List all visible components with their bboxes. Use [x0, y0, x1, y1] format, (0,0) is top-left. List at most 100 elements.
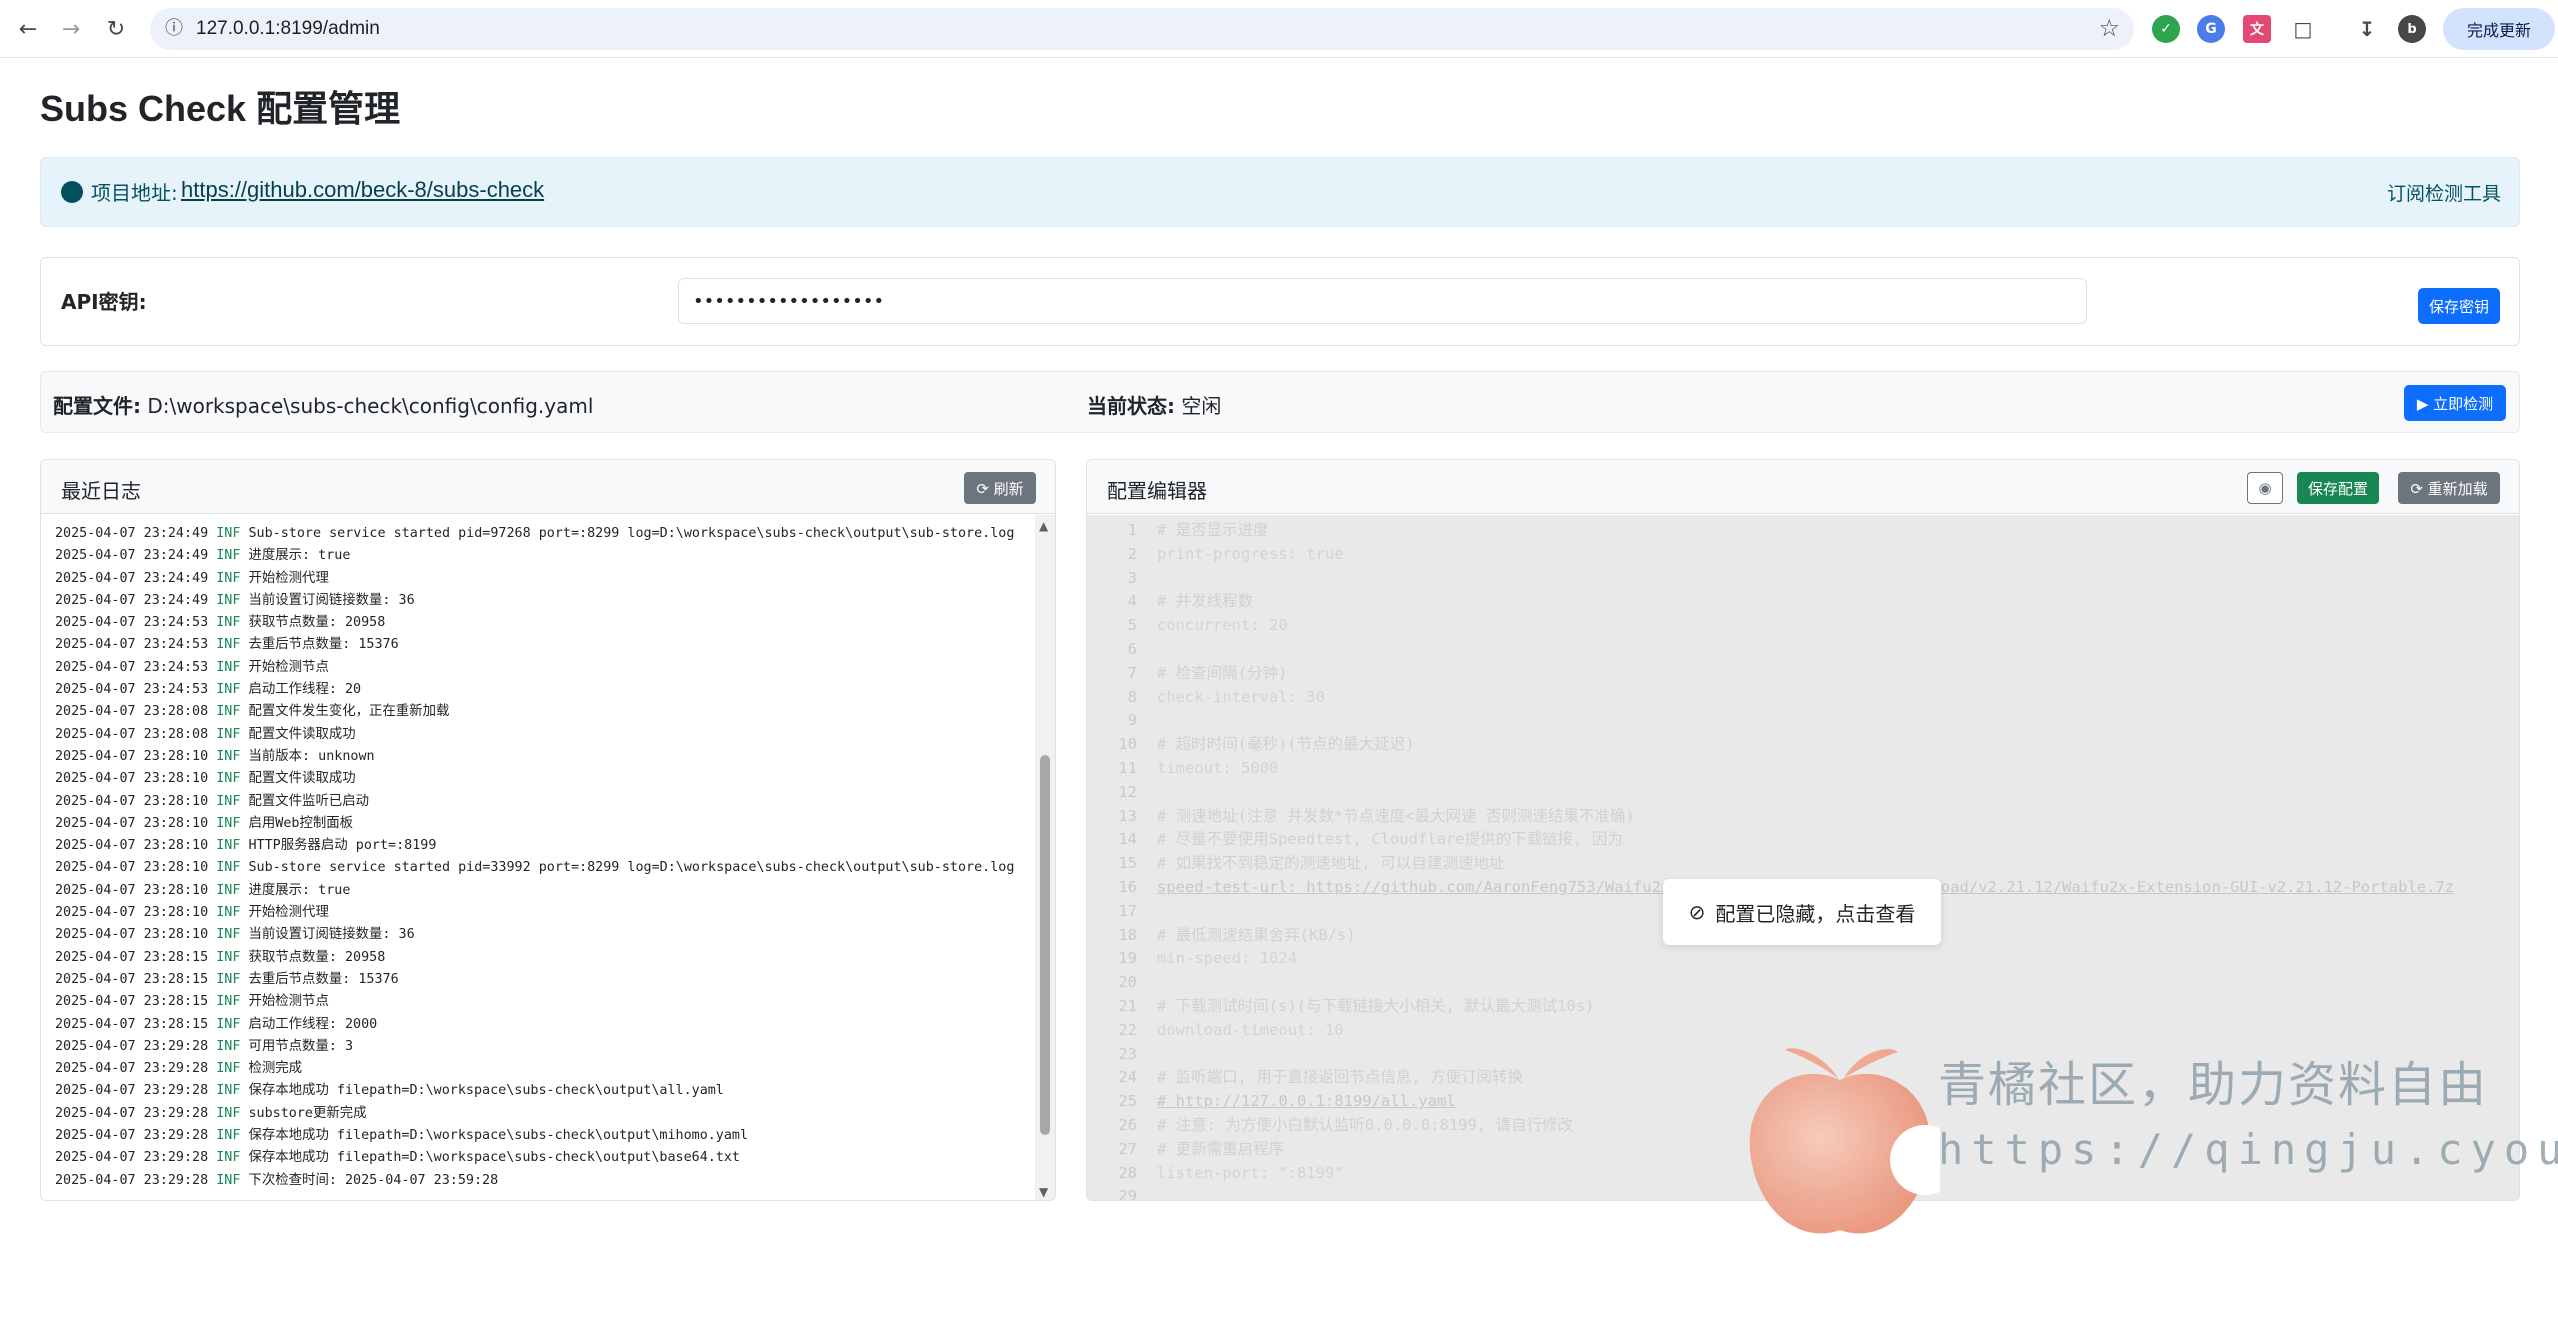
save-config-button[interactable]: 保存配置 [2297, 472, 2379, 504]
editor-line[interactable]: 17 [1087, 900, 1157, 924]
editor-line[interactable]: 18 # 最低测速结果舍弃(KB/s) [1087, 924, 1355, 948]
editor-line[interactable]: 19 min-speed: 1024 [1087, 947, 1297, 971]
run-check-button[interactable]: ▶ 立即检测 [2404, 385, 2506, 421]
address-bar[interactable]: ⓘ 127.0.0.1:8199/admin ☆ [150, 8, 2134, 50]
log-timestamp: 2025-04-07 23:28:10 [55, 771, 209, 787]
line-number: 3 [1127, 568, 1137, 587]
status-label: 当前状态: [1087, 394, 1175, 418]
back-icon[interactable]: ← [12, 13, 44, 45]
save-key-button[interactable]: 保存密钥 [2418, 288, 2500, 324]
log-timestamp: 2025-04-07 23:28:08 [55, 704, 209, 720]
editor-line[interactable]: 11 timeout: 5000 [1087, 757, 1278, 781]
editor-line-text: download-timeout: 10 [1157, 1020, 1344, 1039]
extension-pink-icon[interactable]: 文 [2243, 15, 2271, 43]
editor-line[interactable]: 15 # 如果找不到稳定的测速地址, 可以自建测速地址 [1087, 852, 1504, 876]
log-timestamp: 2025-04-07 23:28:15 [55, 971, 209, 987]
scroll-up-arrow-icon[interactable]: ▲ [1039, 519, 1048, 533]
log-timestamp: 2025-04-07 23:24:49 [55, 548, 209, 564]
line-number: 23 [1118, 1044, 1137, 1063]
editor-line[interactable]: 22 download-timeout: 10 [1087, 1019, 1344, 1043]
log-line: 2025-04-07 23:28:15 INF 开始检测节点 [55, 991, 1037, 1013]
log-scrollbar-thumb[interactable] [1040, 755, 1050, 1135]
site-info-icon[interactable]: ⓘ [162, 17, 186, 41]
editor-line[interactable]: 13 # 测速地址(注意 并发数*节点速度<最大网速 否则测速结果不准确) [1087, 805, 1634, 829]
refresh-logs-button[interactable]: ⟳ 刷新 [964, 472, 1036, 504]
log-message: 开始检测代理 [248, 905, 329, 921]
log-line: 2025-04-07 23:24:49 INF 当前设置订阅链接数量: 36 [55, 590, 1037, 612]
line-number: 28 [1118, 1163, 1137, 1182]
editor-line[interactable]: 26 # 注意: 为方便小白默认监听0.0.0.0:8199, 请自行修改 [1087, 1114, 1573, 1138]
editor-line[interactable]: 7 # 检查间隔(分钟) [1087, 662, 1288, 686]
log-panel-title: 最近日志 [61, 479, 141, 503]
toggle-visibility-eye-icon[interactable]: ◉ [2247, 472, 2283, 504]
editor-line[interactable]: 27 # 更新需重启程序 [1087, 1138, 1284, 1162]
editor-line-text: # 检查间隔(分钟) [1157, 663, 1288, 682]
log-level: INF [216, 1128, 241, 1144]
editor-line[interactable]: 8 check-interval: 30 [1087, 686, 1325, 710]
config-hidden-overlay[interactable]: ⊘ 配置已隐藏，点击查看 [1663, 879, 1941, 945]
log-level: INF [216, 1150, 241, 1166]
editor-line[interactable]: 9 [1087, 709, 1157, 733]
log-message: 保存本地成功 filepath=D:\workspace\subs-check\… [248, 1083, 724, 1099]
editor-line[interactable]: 28 listen-port: ":8199" [1087, 1162, 1343, 1186]
log-level: INF [216, 659, 241, 675]
editor-line[interactable]: 23 [1087, 1043, 1157, 1067]
editor-line[interactable]: 14 # 尽量不要使用Speedtest, Cloudflare提供的下载链接, … [1087, 828, 1622, 852]
bookmark-star-icon[interactable]: ☆ [2098, 14, 2120, 42]
log-level: INF [216, 637, 241, 653]
project-link[interactable]: https://github.com/beck-8/subs-check [181, 177, 544, 203]
editor-line[interactable]: 10 # 超时时间(毫秒)(节点的最大延迟) [1087, 733, 1414, 757]
editor-line[interactable]: 4 # 并发线程数 [1087, 590, 1254, 614]
translate-extension-icon[interactable]: G [2197, 15, 2225, 43]
status-value: 空闲 [1181, 394, 1222, 418]
log-level: INF [216, 1083, 241, 1099]
log-line: 2025-04-07 23:29:28 INF 保存本地成功 filepath=… [55, 1147, 1037, 1169]
line-number: 6 [1127, 640, 1137, 658]
browser-update-button[interactable]: 完成更新 [2443, 8, 2555, 50]
editor-line[interactable]: 3 [1087, 567, 1157, 591]
extension-green-icon[interactable]: ✓ [2152, 15, 2180, 43]
editor-line[interactable]: 21 # 下载测试时间(s)(与下载链接大小相关, 默认最大测试10s) [1087, 995, 1594, 1019]
log-line: 2025-04-07 23:24:49 INF 开始检测代理 [55, 568, 1037, 590]
log-line: 2025-04-07 23:24:53 INF 开始检测节点 [55, 657, 1037, 679]
download-icon[interactable]: ↧ [2353, 15, 2381, 43]
editor-line[interactable]: 29 [1087, 1185, 1157, 1200]
editor-line-text: min-speed: 1024 [1157, 949, 1297, 968]
watermark-logo [1749, 1048, 1940, 1234]
log-level: INF [216, 1105, 241, 1121]
editor-line-text: # 监听端口, 用于直接返回节点信息, 方便订阅转换 [1157, 1068, 1523, 1087]
forward-icon[interactable]: → [55, 13, 87, 45]
log-message: Sub-store service started pid=33992 port… [248, 860, 1015, 876]
log-timestamp: 2025-04-07 23:28:10 [55, 905, 209, 921]
editor-line[interactable]: 20 [1087, 971, 1157, 995]
log-scrollbar[interactable]: ▲ ▼ [1035, 515, 1055, 1200]
log-line: 2025-04-07 23:28:10 INF 配置文件读取成功 [55, 768, 1037, 790]
line-number: 22 [1118, 1020, 1137, 1039]
scroll-down-arrow-icon[interactable]: ▼ [1039, 1185, 1048, 1199]
reload-config-button[interactable]: ⟳ 重新加载 [2398, 472, 2500, 504]
log-message: 检测完成 [248, 1061, 303, 1077]
reload-icon[interactable]: ↻ [100, 13, 132, 45]
editor-line[interactable]: 2 print-progress: true [1087, 543, 1344, 567]
profile-avatar[interactable]: b [2398, 15, 2426, 43]
editor-line[interactable]: 25 # http://127.0.0.1:8199/all.yaml [1087, 1090, 1455, 1114]
url-text[interactable]: 127.0.0.1:8199/admin [196, 18, 380, 40]
log-timestamp: 2025-04-07 23:28:10 [55, 748, 209, 764]
line-number: 26 [1118, 1116, 1137, 1134]
log-timestamp: 2025-04-07 23:24:53 [55, 659, 209, 675]
api-key-input[interactable] [678, 278, 2087, 324]
log-timestamp: 2025-04-07 23:28:10 [55, 838, 209, 854]
extensions-puzzle-icon[interactable]: □ [2289, 15, 2317, 43]
editor-line[interactable]: 1 # 是否显示进度 [1087, 519, 1269, 543]
log-line: 2025-04-07 23:28:08 INF 配置文件读取成功 [55, 724, 1037, 746]
line-number: 4 [1127, 592, 1137, 611]
log-message: 配置文件监听已启动 [248, 793, 370, 809]
log-level: INF [216, 704, 241, 720]
editor-line[interactable]: 6 [1087, 638, 1157, 662]
editor-line[interactable]: 12 [1087, 781, 1157, 805]
editor-line[interactable]: 24 # 监听端口, 用于直接返回节点信息, 方便订阅转换 [1087, 1066, 1523, 1090]
log-level: INF [216, 682, 241, 698]
editor-line[interactable]: 5 concurrent: 20 [1087, 614, 1288, 638]
log-message: substore更新完成 [248, 1105, 367, 1121]
log-timestamp: 2025-04-07 23:29:28 [55, 1061, 209, 1077]
